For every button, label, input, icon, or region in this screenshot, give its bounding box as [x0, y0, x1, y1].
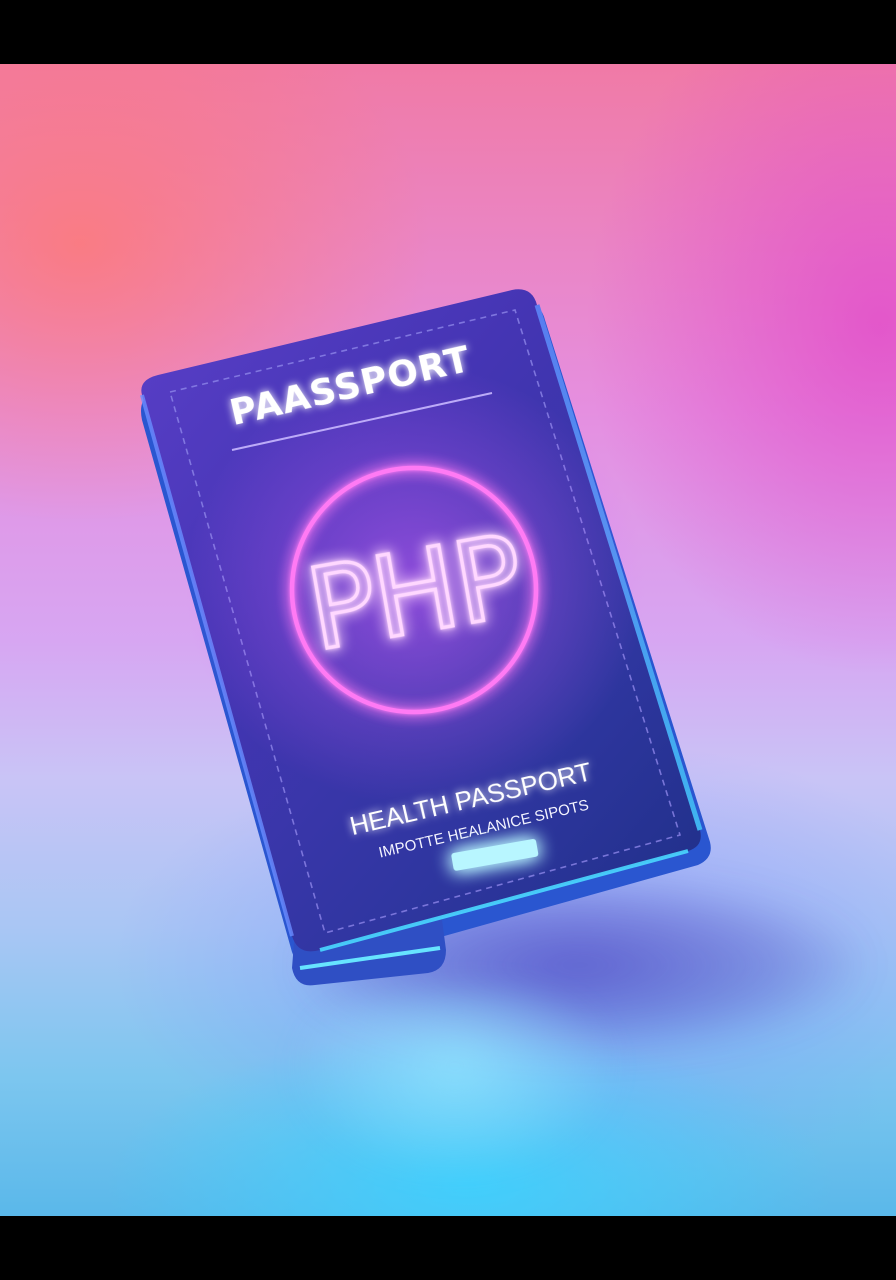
photo-scene: PAASSPORT PHP HEALTH PASSPORT IMPOTTE HE…	[0, 0, 896, 1280]
letterbox-bottom	[0, 1216, 896, 1280]
letterbox-top	[0, 0, 896, 64]
passport-booklet: PAASSPORT PHP HEALTH PASSPORT IMPOTTE HE…	[140, 289, 711, 986]
